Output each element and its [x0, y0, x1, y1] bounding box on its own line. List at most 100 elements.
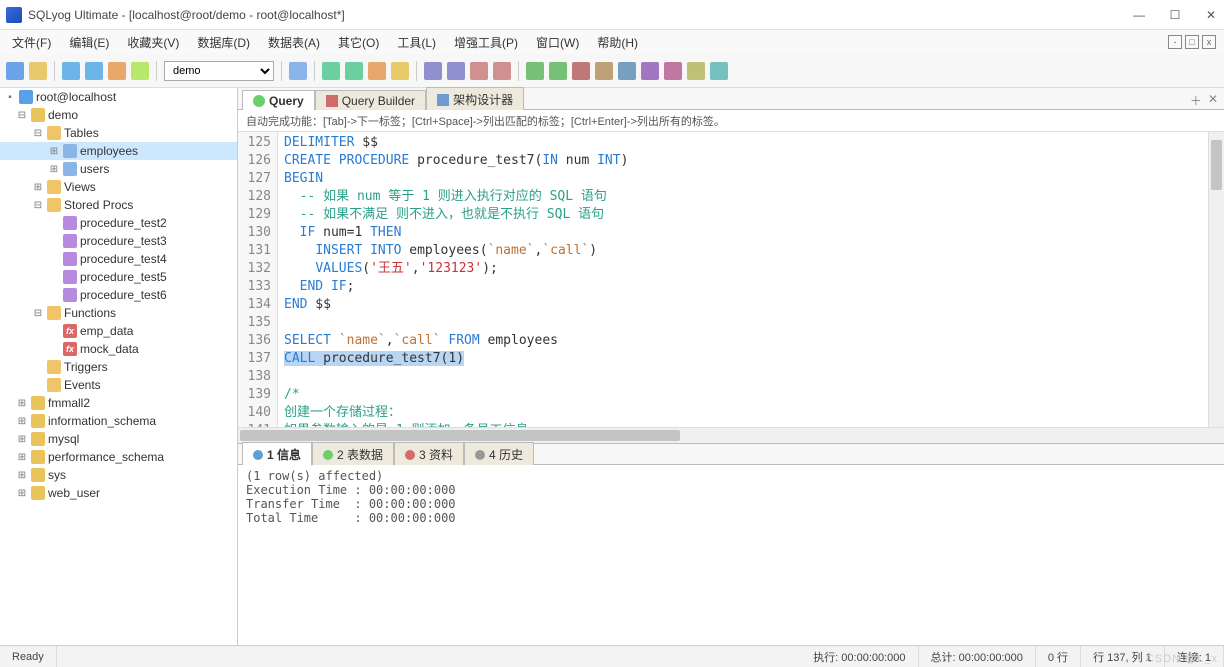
menu-help[interactable]: 帮助(H) — [589, 32, 646, 53]
close-button[interactable]: ✕ — [1204, 8, 1218, 22]
tree-db-label[interactable]: performance_schema — [48, 450, 164, 464]
tree-folder-label[interactable]: Functions — [64, 306, 116, 320]
database-select[interactable]: demo — [164, 61, 274, 81]
tree-db-label[interactable]: fmmall2 — [48, 396, 90, 410]
app-logo-icon — [6, 7, 22, 23]
tb-icon-l[interactable] — [595, 62, 613, 80]
result-pane[interactable]: (1 row(s) affected) Execution Time : 00:… — [238, 465, 1224, 645]
tb-icon-j[interactable] — [549, 62, 567, 80]
tb-icon-h[interactable] — [493, 62, 511, 80]
tab-schema[interactable]: 架构设计器 — [426, 87, 524, 110]
menu-table[interactable]: 数据表(A) — [260, 32, 328, 53]
tree-item-label[interactable]: procedure_test6 — [80, 288, 167, 302]
history-icon — [475, 450, 485, 460]
tree-db-label[interactable]: demo — [48, 108, 78, 122]
database-icon — [31, 486, 45, 500]
tree-item-label[interactable]: procedure_test3 — [80, 234, 167, 248]
tree-folder-label[interactable]: Stored Procs — [64, 198, 133, 212]
tb-icon-q[interactable] — [710, 62, 728, 80]
tree-db-label[interactable]: mysql — [48, 432, 79, 446]
user-icon[interactable] — [289, 62, 307, 80]
tb-icon-o[interactable] — [664, 62, 682, 80]
tb-icon-k[interactable] — [572, 62, 590, 80]
vertical-scrollbar[interactable] — [1208, 132, 1224, 427]
mdi-restore-icon[interactable]: □ — [1185, 35, 1199, 49]
function-icon: fx — [63, 324, 77, 338]
database-icon — [31, 432, 45, 446]
menu-database[interactable]: 数据库(D) — [189, 32, 258, 53]
folder-icon — [47, 360, 61, 374]
mdi-min-icon[interactable]: - — [1168, 35, 1182, 49]
tb-icon-a[interactable] — [322, 62, 340, 80]
stop-icon[interactable] — [108, 62, 126, 80]
code-area[interactable]: DELIMITER $$CREATE PROCEDURE procedure_t… — [278, 132, 1208, 427]
tab-label: 4 历史 — [489, 446, 523, 463]
tree-db-label[interactable]: web_user — [48, 486, 100, 500]
tb-icon-i[interactable] — [526, 62, 544, 80]
menu-fav[interactable]: 收藏夹(V) — [119, 32, 187, 53]
separator — [54, 61, 55, 81]
tree-triggers-folder: Triggers — [0, 358, 237, 376]
menu-powertools[interactable]: 增强工具(P) — [446, 32, 526, 53]
tb-icon-d[interactable] — [391, 62, 409, 80]
mdi-close-icon[interactable]: x — [1202, 35, 1216, 49]
folder-icon — [47, 180, 61, 194]
tree-folder-label[interactable]: Tables — [64, 126, 99, 140]
tab-builder[interactable]: Query Builder — [315, 90, 426, 110]
tree-item-label[interactable]: procedure_test2 — [80, 216, 167, 230]
tree-db-label[interactable]: information_schema — [48, 414, 156, 428]
tab-label: 1 信息 — [267, 446, 301, 463]
tree-folder-label[interactable]: Views — [64, 180, 96, 194]
table-icon — [63, 144, 77, 158]
tb-icon-g[interactable] — [470, 62, 488, 80]
menu-other[interactable]: 其它(O) — [330, 32, 387, 53]
tb-icon-f[interactable] — [447, 62, 465, 80]
tree-root-label[interactable]: root@localhost — [36, 90, 116, 104]
tree-item-label[interactable]: employees — [80, 144, 138, 158]
tb-icon-b[interactable] — [345, 62, 363, 80]
result-tab-data[interactable]: 2 表数据 — [312, 442, 394, 465]
tb-icon-e[interactable] — [424, 62, 442, 80]
result-tab-profile[interactable]: 3 资料 — [394, 442, 464, 465]
sql-editor[interactable]: 125 126 127 128 129 130 131 132 133 134 … — [238, 132, 1224, 427]
tree-item-label[interactable]: users — [80, 162, 109, 176]
autocomplete-hint: 自动完成功能：[Tab]->下一标签；[Ctrl+Space]->列出匹配的标签… — [238, 110, 1224, 132]
tree-tables-folder: ⊟Tables — [0, 124, 237, 142]
tree-item-label[interactable]: procedure_test5 — [80, 270, 167, 284]
scroll-thumb[interactable] — [240, 430, 680, 441]
refresh-icon[interactable] — [131, 62, 149, 80]
tb-icon-p[interactable] — [687, 62, 705, 80]
horizontal-scrollbar[interactable] — [238, 427, 1224, 443]
tb-icon-c[interactable] — [368, 62, 386, 80]
run-icon[interactable] — [62, 62, 80, 80]
new-connection-icon[interactable] — [6, 62, 24, 80]
menu-file[interactable]: 文件(F) — [4, 32, 59, 53]
tab-query[interactable]: Query — [242, 90, 315, 110]
object-browser[interactable]: ▪root@localhost ⊟demo ⊟Tables ⊞employees… — [0, 88, 238, 645]
tree-folder-label[interactable]: Events — [64, 378, 101, 392]
result-tab-history[interactable]: 4 历史 — [464, 442, 534, 465]
tree-item-label[interactable]: emp_data — [80, 324, 133, 338]
run-all-icon[interactable] — [85, 62, 103, 80]
tree-db-other: ⊞performance_schema — [0, 448, 237, 466]
maximize-button[interactable]: ☐ — [1168, 8, 1182, 22]
tb-icon-m[interactable] — [618, 62, 636, 80]
tb-icon-n[interactable] — [641, 62, 659, 80]
tree-proc-item: procedure_test4 — [0, 250, 237, 268]
tree-db-label[interactable]: sys — [48, 468, 66, 482]
tree-item-label[interactable]: mock_data — [80, 342, 139, 356]
minimize-button[interactable]: — — [1132, 8, 1146, 22]
tree-item-label[interactable]: procedure_test4 — [80, 252, 167, 266]
tree-folder-label[interactable]: Triggers — [64, 360, 108, 374]
tab-add-icon[interactable]: ＋ — [1190, 92, 1202, 109]
menu-tools[interactable]: 工具(L) — [389, 32, 444, 53]
new-query-icon[interactable] — [29, 62, 47, 80]
tab-close-icon[interactable]: ✕ — [1208, 92, 1218, 109]
menu-window[interactable]: 窗口(W) — [528, 32, 587, 53]
result-tab-info[interactable]: 1 信息 — [242, 442, 312, 465]
menu-edit[interactable]: 编辑(E) — [61, 32, 117, 53]
tree-proc-item: procedure_test2 — [0, 214, 237, 232]
scroll-thumb[interactable] — [1211, 140, 1222, 190]
tree-table-users: ⊞users — [0, 160, 237, 178]
tree-table-employees: ⊞employees — [0, 142, 237, 160]
